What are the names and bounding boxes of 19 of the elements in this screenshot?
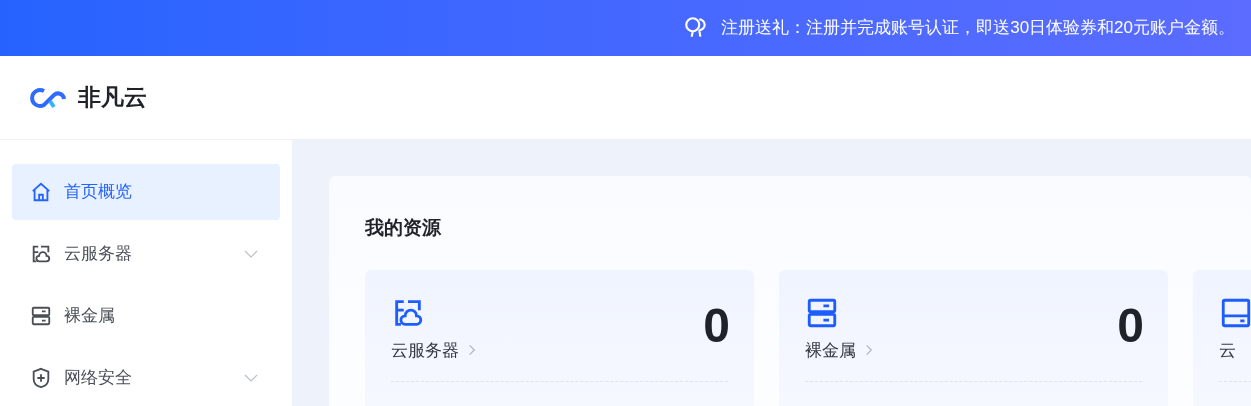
resource-label: 云服务器: [391, 339, 459, 362]
server-icon: [30, 305, 52, 327]
resource-label: 云: [1219, 339, 1236, 362]
resource-card[interactable]: 云服务器 0: [365, 269, 754, 406]
sidebar-item[interactable]: 裸金属: [12, 288, 280, 344]
resource-count: 0: [1117, 301, 1144, 350]
sidebar-item[interactable]: 网络安全: [12, 350, 280, 406]
cloud-server-icon: [30, 243, 52, 265]
brand-name: 非凡云: [78, 83, 147, 113]
resource-label: 裸金属: [805, 339, 856, 362]
sidebar-item[interactable]: 首页概览: [12, 164, 280, 220]
resource-count: 0: [703, 301, 730, 350]
resource-card[interactable]: 裸金属 0: [779, 269, 1168, 406]
resource-card[interactable]: 云: [1193, 269, 1251, 406]
sidebar-item[interactable]: 云服务器: [12, 226, 280, 282]
shield-icon: [30, 367, 52, 389]
promo-text: 注册送礼：注册并完成账号认证，即送30日体验券和20元账户金额。: [721, 17, 1235, 40]
section-title: 我的资源: [365, 216, 442, 240]
home-icon: [30, 181, 52, 203]
